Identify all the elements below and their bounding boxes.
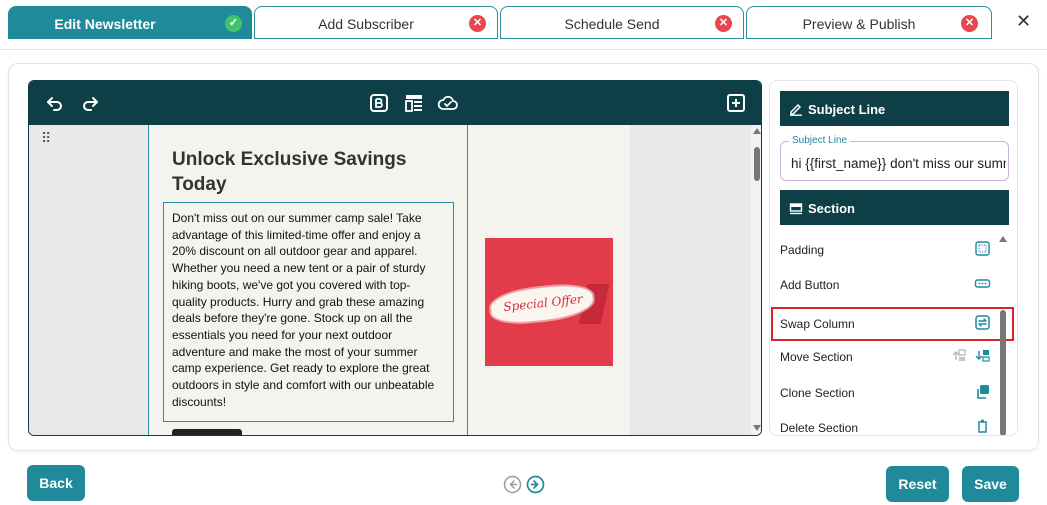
panel-scrollbar[interactable] [998,236,1008,435]
newsletter-editor: ⠿ Unlock Exclusive Savings Today Don't m… [28,80,762,436]
close-icon[interactable]: ✕ [1016,12,1031,30]
back-button[interactable]: Back [27,465,85,501]
tab-schedule-send[interactable]: Schedule Send ✕ [500,6,744,39]
move-down-icon[interactable] [974,347,991,364]
tabs-divider [0,49,1047,50]
tab-preview-publish[interactable]: Preview & Publish ✕ [746,6,992,39]
drag-handle-icon[interactable]: ⠿ [41,131,51,145]
next-page-icon[interactable] [526,475,545,494]
scroll-thumb[interactable] [1000,310,1006,435]
tab-label: Schedule Send [564,16,660,32]
option-label: Padding [780,243,825,257]
error-icon: ✕ [961,15,978,32]
subject-line-field[interactable]: Subject Line [780,135,1009,181]
editor-toolbar [29,81,761,125]
option-swap-column[interactable]: Swap Column [771,307,1014,341]
tab-add-subscriber[interactable]: Add Subscriber ✕ [254,6,498,39]
trash-icon[interactable] [974,418,991,435]
option-padding[interactable]: Padding [780,237,1002,263]
undo-icon[interactable] [44,92,66,114]
option-label: Swap Column [780,317,855,331]
subject-line-title: Subject Line [808,102,886,117]
option-label: Delete Section [780,421,859,435]
tab-edit-newsletter[interactable]: Edit Newsletter ✓ [8,6,252,39]
reset-button[interactable]: Reset [886,466,949,502]
button-icon[interactable] [974,275,991,292]
tab-label: Preview & Publish [802,16,916,32]
option-label: Move Section [780,350,853,364]
prev-page-icon[interactable] [503,475,522,494]
tab-label: Edit Newsletter [54,16,156,32]
subject-line-legend: Subject Line [789,135,851,146]
step-tabs: Edit Newsletter ✓ Add Subscriber ✕ Sched… [8,6,998,39]
option-add-button[interactable]: Add Button [780,272,1002,298]
cloud-save-icon[interactable] [437,92,459,114]
clone-icon[interactable] [974,383,991,400]
option-clone-section[interactable]: Clone Section [780,380,1002,406]
newsletter-cta-button[interactable] [172,429,242,435]
brand-icon[interactable] [368,92,390,114]
edit-icon [789,102,803,116]
scroll-down-icon[interactable] [753,425,761,431]
error-icon: ✕ [715,15,732,32]
check-icon: ✓ [225,15,242,32]
option-delete-section[interactable]: Delete Section [780,415,1002,435]
scroll-thumb[interactable] [754,147,760,181]
editor-scrollbar[interactable] [751,125,761,435]
add-section-icon[interactable] [725,92,747,114]
newsletter-body-text[interactable]: Don't miss out on our summer camp sale! … [163,202,454,422]
scroll-up-icon[interactable] [999,236,1007,242]
section-title: Section [808,201,855,216]
option-move-section[interactable]: Move Section [780,344,1002,370]
padding-icon[interactable] [974,240,991,257]
scroll-up-icon[interactable] [753,128,761,134]
newsletter-image-column[interactable]: Special Offer [468,125,630,435]
section-header: Section [780,190,1009,225]
layout-icon[interactable] [403,92,425,114]
special-offer-image[interactable]: Special Offer [485,238,613,366]
error-icon: ✕ [469,15,486,32]
redo-icon[interactable] [79,92,101,114]
newsletter-text-column[interactable]: Unlock Exclusive Savings Today Don't mis… [148,125,468,435]
save-button[interactable]: Save [962,466,1019,502]
swap-icon[interactable] [974,314,991,331]
settings-panel: Subject Line Subject Line Section Paddin… [769,80,1018,436]
option-label: Add Button [780,278,840,292]
editor-canvas: ⠿ Unlock Exclusive Savings Today Don't m… [29,125,751,435]
option-label: Clone Section [780,386,855,400]
section-icon [789,201,803,215]
subject-line-input[interactable] [791,153,1006,173]
move-up-icon[interactable] [950,347,967,364]
subject-line-header: Subject Line [780,91,1009,126]
newsletter-headline[interactable]: Unlock Exclusive Savings Today [172,147,452,197]
tab-label: Add Subscriber [318,16,414,32]
